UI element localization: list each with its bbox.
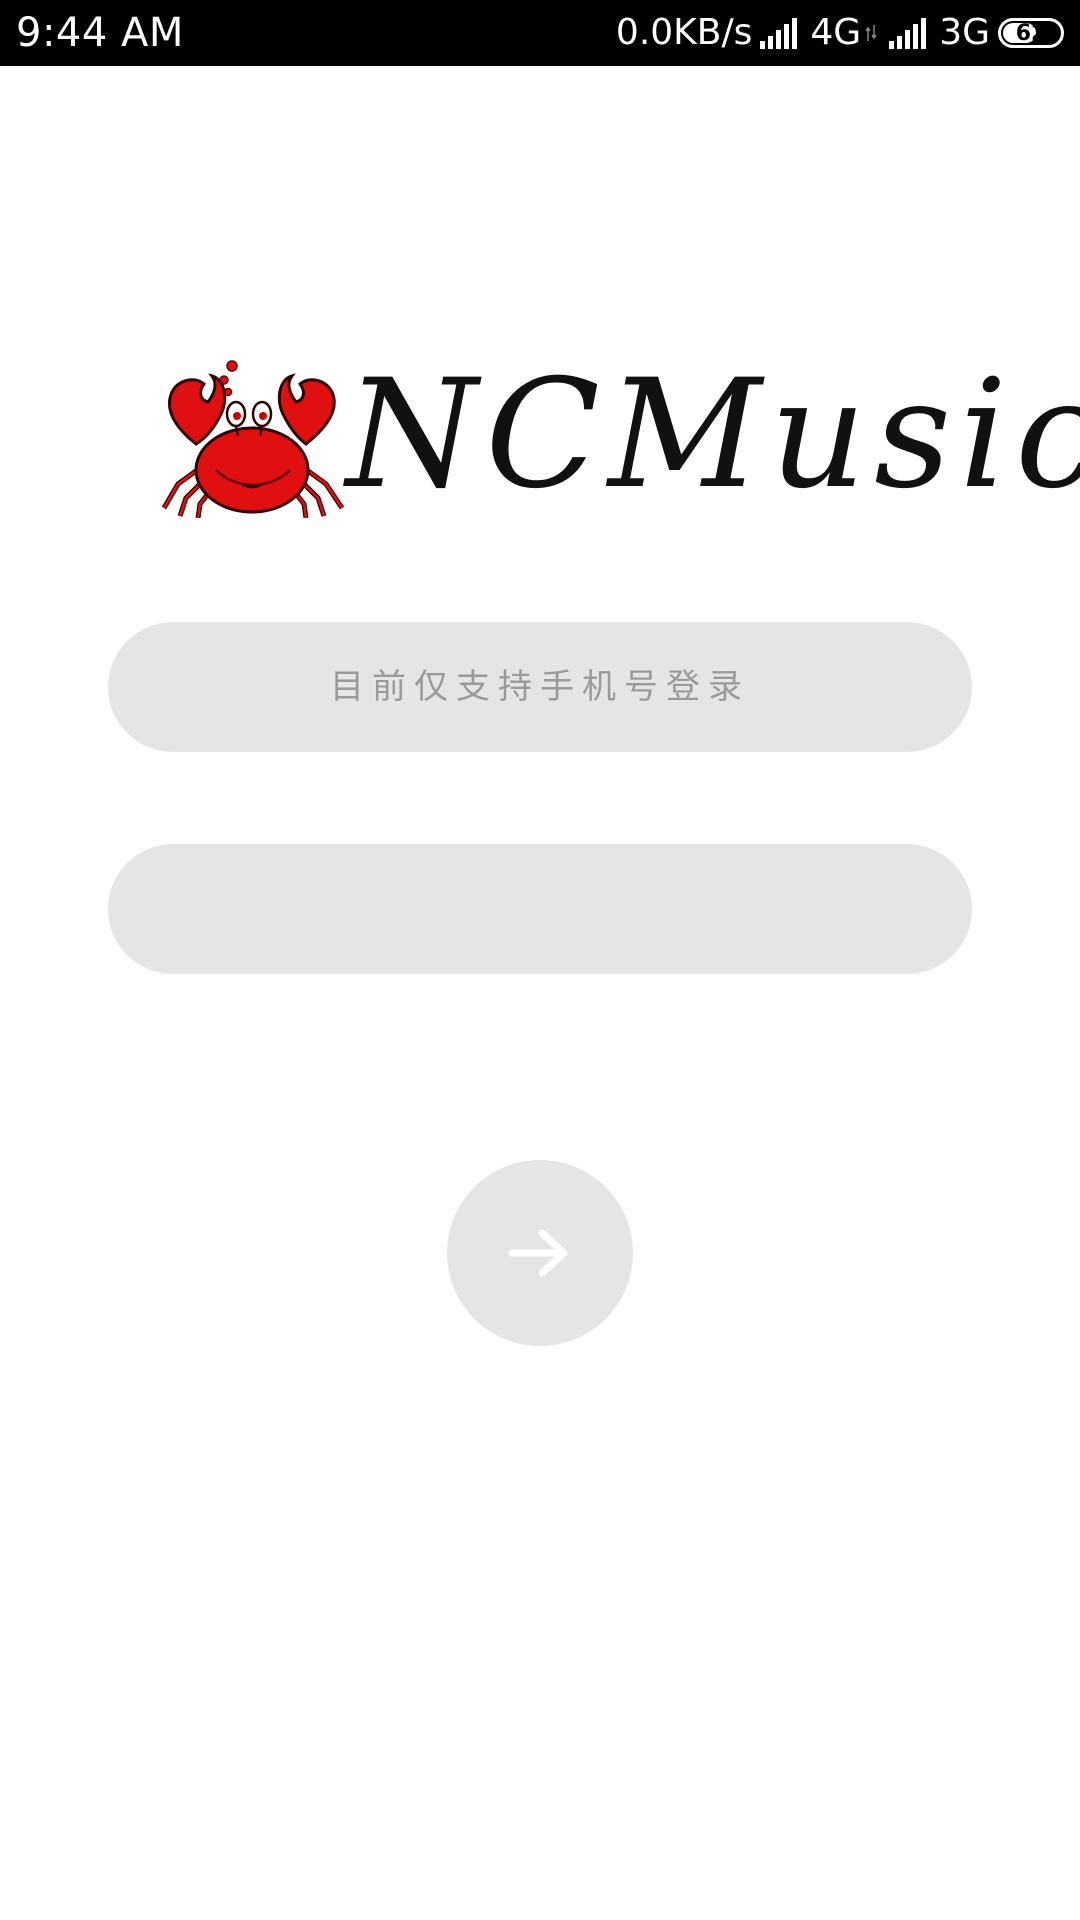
app-logo: NCMusic [150,350,1080,520]
status-time: 9:44 AM [16,10,184,56]
app-name: NCMusic [346,348,1080,522]
network-speed: 0.0KB/s [615,12,753,53]
login-submit-button[interactable] [447,1160,633,1346]
password-input[interactable] [108,844,972,974]
arrow-right-icon [508,1229,568,1277]
battery-level: 62 [1015,20,1047,46]
phone-number-input[interactable] [108,622,972,752]
signal-strength-icon [760,18,798,49]
crab-icon [161,360,345,518]
network-type-3g: 3G [939,12,990,53]
battery-icon: 62 [998,18,1064,48]
signal-strength-icon-2 [889,18,927,49]
network-type-4g: 4G [810,12,862,53]
status-indicators: 0.0KB/s 4G 3G 62 [616,10,1064,56]
status-bar: 9:44 AM 0.0KB/s 4G 3G 62 [0,0,1080,66]
data-arrows-icon [865,25,877,41]
